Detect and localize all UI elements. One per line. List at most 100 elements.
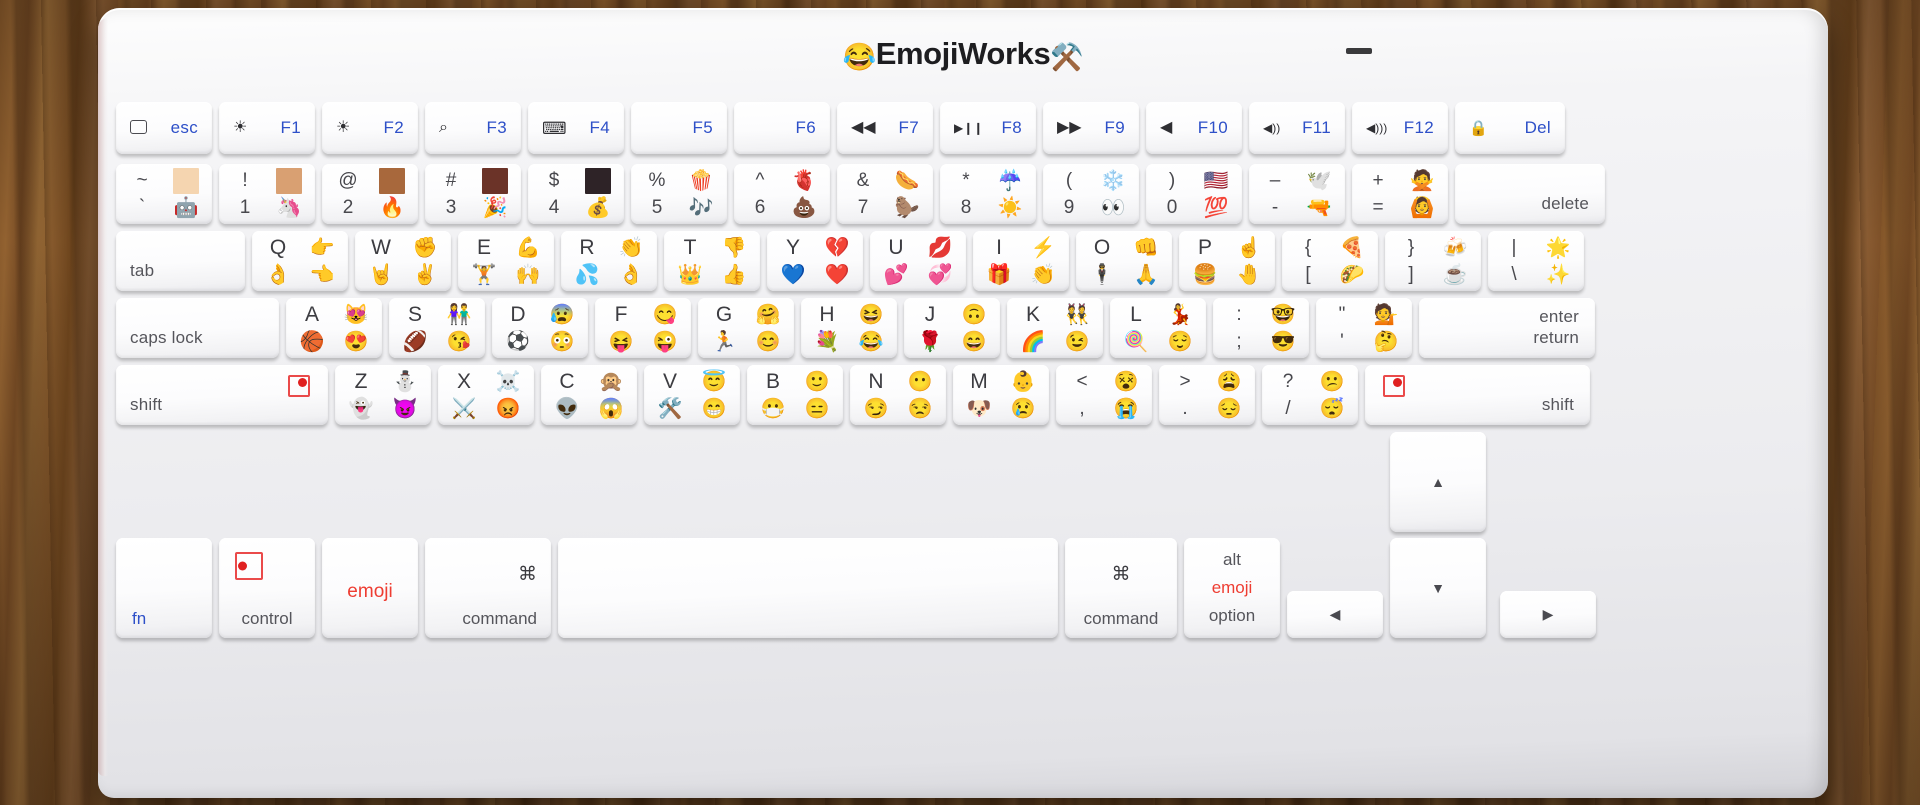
key-fn[interactable]: fn: [116, 538, 212, 638]
key-one[interactable]: ! 1 🦄: [219, 164, 315, 224]
key-c-top-emoji: 🙊: [598, 370, 624, 393]
key-bracket-left[interactable]: {🍕 [🌮: [1282, 231, 1378, 291]
key-period-primary: >: [1179, 371, 1191, 392]
key-bracket-left-primary: {: [1304, 237, 1312, 258]
key-emoji[interactable]: emoji: [322, 538, 418, 638]
key-six[interactable]: ^ 🫀 6 💩: [734, 164, 830, 224]
key-v-secondary: 🛠️: [657, 397, 683, 420]
key-arrow-right[interactable]: ▶: [1500, 591, 1596, 638]
key-y[interactable]: Y 💔 💙 ❤️: [767, 231, 863, 291]
key-arrow-down[interactable]: ▼: [1390, 538, 1486, 638]
key-enter[interactable]: enter return: [1419, 298, 1595, 358]
key-f1[interactable]: ☀ F1: [219, 102, 315, 154]
key-e[interactable]: E 💪 🏋️ 🙌: [458, 231, 554, 291]
key-f3[interactable]: ⌕ F3: [425, 102, 521, 154]
key-two[interactable]: @2 🔥: [322, 164, 418, 224]
key-minus-secondary: -: [1271, 197, 1279, 218]
key-caps-lock[interactable]: caps lock: [116, 298, 279, 358]
key-f5[interactable]: F5: [631, 102, 727, 154]
key-v-primary: V: [662, 370, 677, 393]
key-i[interactable]: I ⚡ 🎁 👏: [973, 231, 1069, 291]
key-zero[interactable]: ) 🇺🇸 0 💯: [1146, 164, 1242, 224]
key-delete[interactable]: delete: [1455, 164, 1605, 224]
key-f9[interactable]: ▶▶ F9: [1043, 102, 1139, 154]
key-bracket-right[interactable]: } 🍻] ☕: [1385, 231, 1481, 291]
key-f12[interactable]: ◀))) F12: [1352, 102, 1448, 154]
key-g[interactable]: G 🤗 🏃 😊: [698, 298, 794, 358]
key-j-top-emoji: 🙃: [961, 303, 987, 326]
key-five[interactable]: % 🍿 5 🎶: [631, 164, 727, 224]
key-l[interactable]: L 💃 🍭 😌: [1110, 298, 1206, 358]
key-f4[interactable]: ⌨ F4: [528, 102, 624, 154]
key-w[interactable]: W ✊ 🤘 ✌️: [355, 231, 451, 291]
key-o[interactable]: O 👊 🕴️ 🙏: [1076, 231, 1172, 291]
key-z[interactable]: Z ⛄ 👻 😈: [335, 365, 431, 425]
key-f7[interactable]: ◀◀ F7: [837, 102, 933, 154]
key-p[interactable]: P ☝️ 🍔 🤚: [1179, 231, 1275, 291]
fn-f3-icon: ⌕: [439, 119, 448, 136]
key-q[interactable]: Q 👉 👌 👈: [252, 231, 348, 291]
rounded-square-icon: [130, 119, 147, 137]
key-minus[interactable]: – 🕊️ - 🔫: [1249, 164, 1345, 224]
key-three[interactable]: #3 🎉: [425, 164, 521, 224]
key-d[interactable]: D 😰 ⚽ 😳: [492, 298, 588, 358]
key-equal-secondary: =: [1372, 197, 1384, 218]
key-six-secondary: 6: [754, 197, 766, 218]
key-control[interactable]: control: [219, 538, 315, 638]
key-shift-left[interactable]: shift: [116, 365, 328, 425]
key-two-bottom-emoji: 🔥: [379, 196, 405, 219]
key-backtick[interactable]: ~ ` 🤖: [116, 164, 212, 224]
key-equal[interactable]: + 🙅 = 🙆: [1352, 164, 1448, 224]
key-semicolon[interactable]: : 🤓; 😎: [1213, 298, 1309, 358]
key-comma[interactable]: < 😵, 😭: [1056, 365, 1152, 425]
key-eight[interactable]: * ☔ 8 ☀️: [940, 164, 1036, 224]
key-f6[interactable]: F6: [734, 102, 830, 154]
key-x[interactable]: X ☠️ ⚔️ 😡: [438, 365, 534, 425]
key-period[interactable]: > 😩. 😔: [1159, 365, 1255, 425]
key-arrow-left[interactable]: ◀: [1287, 591, 1383, 638]
key-backslash[interactable]: | 🌟 \ ✨: [1488, 231, 1584, 291]
key-f2[interactable]: ☀ F2: [322, 102, 418, 154]
key-esc[interactable]: esc: [116, 102, 212, 154]
key-zero-bottom-emoji: 💯: [1203, 196, 1229, 219]
key-quote[interactable]: " 💁 ' 🤔: [1316, 298, 1412, 358]
key-w-primary: W: [371, 236, 391, 259]
key-m[interactable]: M 👶 🐶 😢: [953, 365, 1049, 425]
key-del[interactable]: 🔒 Del: [1455, 102, 1565, 154]
key-f11[interactable]: ◀)) F11: [1249, 102, 1345, 154]
key-tab[interactable]: tab: [116, 231, 245, 291]
key-f10[interactable]: ◀ F10: [1146, 102, 1242, 154]
key-command-left[interactable]: ⌘ command: [425, 538, 551, 638]
key-n[interactable]: N 😶 😏 😒: [850, 365, 946, 425]
key-i-top-emoji: ⚡: [1030, 236, 1056, 259]
brand-emoji-right: ⚒️: [1050, 42, 1084, 72]
key-j[interactable]: J 🙃 🌹 😄: [904, 298, 1000, 358]
key-shift-right[interactable]: shift: [1365, 365, 1590, 425]
key-command-right[interactable]: ⌘ command: [1065, 538, 1177, 638]
key-t[interactable]: T 👎 👑 👍: [664, 231, 760, 291]
key-r-secondary: 💦: [574, 263, 600, 286]
key-slash[interactable]: ? 😕 / 😴: [1262, 365, 1358, 425]
key-a[interactable]: A 😻 🏀 😍: [286, 298, 382, 358]
key-shift-right-label: shift: [1541, 395, 1574, 414]
key-k[interactable]: K 👯 🌈 😉: [1007, 298, 1103, 358]
key-v[interactable]: V 😇 🛠️ 😁: [644, 365, 740, 425]
key-r[interactable]: R 👏 💦 👌: [561, 231, 657, 291]
key-four-secondary: 4: [548, 197, 560, 218]
key-b[interactable]: B 🙂 😷 😑: [747, 365, 843, 425]
key-seven[interactable]: & 🌭 7 🦫: [837, 164, 933, 224]
key-f[interactable]: F 😋 😝 😜: [595, 298, 691, 358]
key-c[interactable]: C 🙊 👽 😱: [541, 365, 637, 425]
key-nine[interactable]: (❄️ 9 👀: [1043, 164, 1139, 224]
key-h[interactable]: H 😆 💐 😂: [801, 298, 897, 358]
key-space[interactable]: [558, 538, 1058, 638]
key-seven-secondary: 7: [857, 197, 869, 218]
key-four[interactable]: $4 💰: [528, 164, 624, 224]
key-alt-option[interactable]: alt emoji option: [1184, 538, 1280, 638]
key-s[interactable]: S 👫 🏈 😘: [389, 298, 485, 358]
key-u[interactable]: U 💋 💕 💞: [870, 231, 966, 291]
key-f6-label: F6: [795, 118, 816, 137]
key-f8[interactable]: ▶❙❙ F8: [940, 102, 1036, 154]
key-j-bottom-emoji: 😄: [961, 330, 987, 353]
key-arrow-up[interactable]: ▲: [1390, 432, 1486, 532]
